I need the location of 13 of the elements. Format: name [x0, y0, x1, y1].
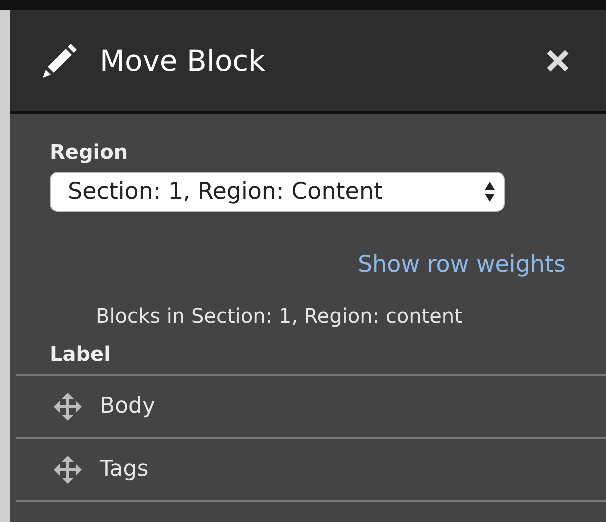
drag-handle-icon[interactable] [54, 392, 82, 420]
show-row-weights-link[interactable]: Show row weights [358, 252, 566, 278]
dialog-title: Move Block [100, 44, 266, 78]
block-label: Body [100, 394, 156, 419]
label-column-header: Label [50, 342, 112, 366]
drag-handle-icon[interactable] [54, 456, 82, 484]
select-arrows-icon [484, 181, 496, 203]
blocks-caption: Blocks in Section: 1, Region: content [96, 304, 462, 328]
close-icon[interactable] [546, 48, 570, 72]
pencil-icon [42, 42, 78, 78]
region-select[interactable]: Section: 1, Region: Content [50, 172, 505, 212]
region-label: Region [50, 140, 130, 164]
block-label: Tags [100, 457, 149, 482]
